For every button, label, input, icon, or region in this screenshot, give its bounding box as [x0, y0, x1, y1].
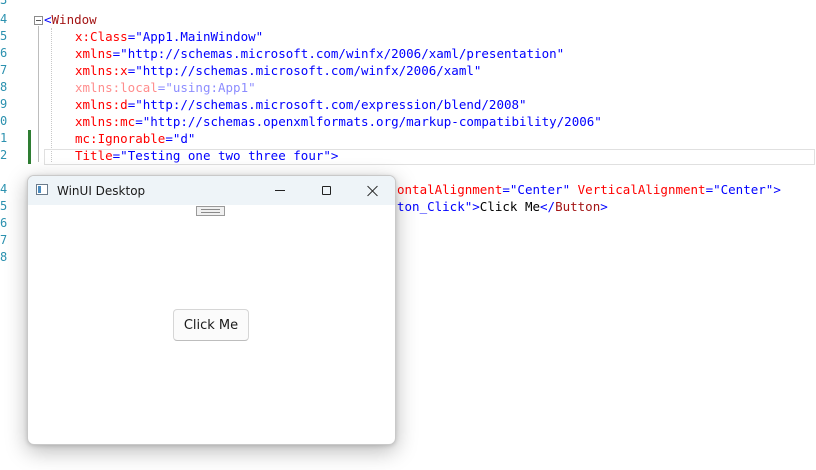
xml-tag: Button: [555, 199, 601, 214]
window-titlebar[interactable]: WinUI Desktop: [28, 176, 395, 205]
code-line[interactable]: Title="Testing one two three four">: [75, 147, 338, 164]
minimize-button[interactable]: [257, 176, 303, 205]
line-number-gutter: 3 4 5 6 7 8 9 0 1 2 4 5 6 7 8: [0, 0, 12, 470]
xml-value: "http://schemas.microsoft.com/winfx/2006…: [135, 63, 482, 78]
xml-attribute: mc:Ignorable: [75, 131, 166, 146]
click-me-button[interactable]: Click Me: [173, 309, 249, 341]
xml-attribute: xmlns:d: [75, 97, 128, 112]
line-number: 8: [0, 80, 8, 94]
app-window: WinUI Desktop Click Me: [27, 175, 396, 445]
minimize-icon: [275, 190, 285, 191]
line-number: 7: [0, 63, 8, 77]
line-number: 9: [0, 97, 8, 111]
line-number: 2: [0, 148, 8, 162]
line-number: 3: [0, 0, 8, 7]
fold-guide-line: [38, 26, 39, 162]
xml-attribute: xmlns:mc: [75, 114, 136, 129]
xaml-toolbar-handle-icon[interactable]: [196, 206, 225, 216]
line-number: 0: [0, 114, 8, 128]
line-number: 5: [0, 199, 8, 213]
code-line[interactable]: xmlns:mc="http://schemas.openxmlformats.…: [75, 113, 602, 130]
code-line[interactable]: xmlns:x="http://schemas.microsoft.com/wi…: [75, 62, 481, 79]
close-icon: [367, 185, 378, 196]
xml-text: Click Me: [479, 199, 541, 214]
xml-attribute: xmlns:local: [75, 80, 158, 95]
xml-attribute: x:Class: [75, 29, 128, 44]
collapse-toggle-icon[interactable]: [34, 16, 43, 25]
xml-attribute: ontalAlignment: [397, 182, 503, 197]
xml-value: "http://schemas.microsoft.com/winfx/2006…: [120, 46, 565, 61]
line-number: 7: [0, 233, 8, 247]
xml-value: "d": [172, 131, 196, 146]
code-line[interactable]: ton_Click">Click Me</Button>: [397, 198, 608, 215]
code-line[interactable]: xmlns:d="http://schemas.microsoft.com/ex…: [75, 96, 527, 113]
code-line[interactable]: xmlns="http://schemas.microsoft.com/winf…: [75, 45, 564, 62]
code-line[interactable]: ontalAlignment="Center" VerticalAlignmen…: [397, 181, 781, 198]
code-line[interactable]: <Window: [44, 11, 97, 28]
line-number: 4: [0, 12, 8, 26]
maximize-button[interactable]: [303, 176, 349, 205]
close-button[interactable]: [349, 176, 395, 205]
code-line[interactable]: xmlns:local="using:App1": [75, 79, 256, 96]
line-number: 1: [0, 131, 8, 145]
xml-tag: Window: [51, 12, 97, 27]
change-indicator-bar: [28, 130, 31, 164]
xml-attribute: VerticalAlignment: [577, 182, 706, 197]
xml-value: "App1.MainWindow": [135, 29, 264, 44]
line-number: 6: [0, 216, 8, 230]
indent-guide: [51, 28, 52, 162]
maximize-icon: [321, 186, 331, 195]
xml-attribute: xmlns: [75, 46, 113, 61]
xml-value: "Center": [713, 182, 774, 197]
xml-value: "Testing one two three four": [120, 148, 331, 163]
xml-value: "http://schemas.microsoft.com/expression…: [135, 97, 527, 112]
code-line[interactable]: x:Class="App1.MainWindow": [75, 28, 263, 45]
line-number: 4: [0, 182, 8, 196]
xml-value: "http://schemas.openxmlformats.org/marku…: [142, 114, 602, 129]
xml-attribute: xmlns:x: [75, 63, 128, 78]
line-number: 5: [0, 29, 8, 43]
xml-value: "Center": [509, 182, 571, 197]
window-title: WinUI Desktop: [57, 184, 146, 198]
line-number: 6: [0, 46, 8, 60]
code-line[interactable]: mc:Ignorable="d": [75, 130, 195, 147]
xml-value: "using:App1": [165, 80, 256, 95]
xml-attribute: Title: [75, 148, 113, 163]
xml-value: ton_Click": [397, 199, 473, 214]
line-number: 8: [0, 250, 8, 264]
app-window-icon: [36, 184, 48, 195]
